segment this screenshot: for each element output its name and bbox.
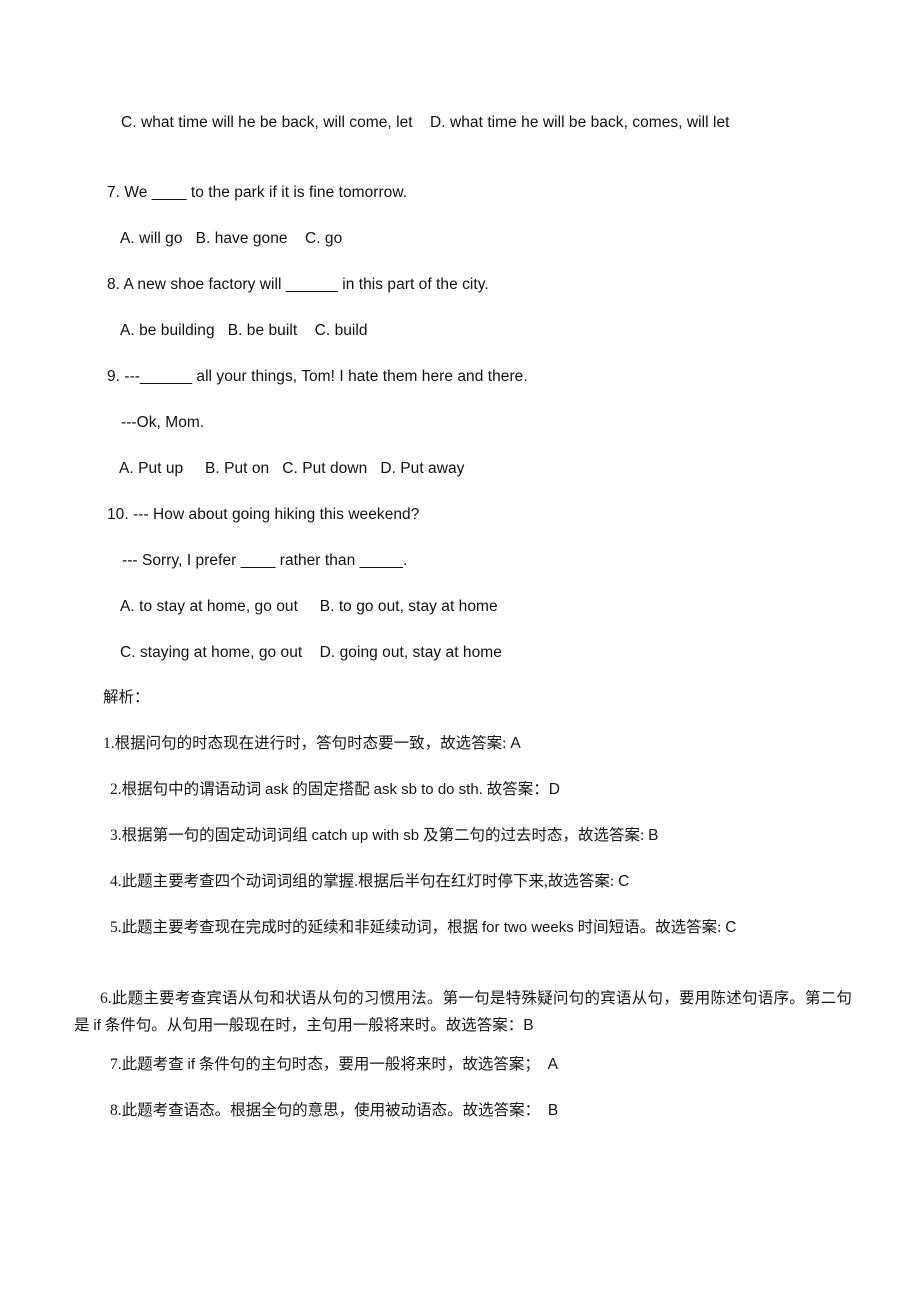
analysis-item-5-answer: C [725, 919, 737, 936]
analysis-item-5-body-pre: 此题主要考查现在完成时的延续和非延续动词，根据 [121, 919, 483, 936]
analysis-item-3-body-pre: 根据第一句的固定动词词组 [121, 827, 312, 844]
analysis-item-3-number: 3. [110, 827, 122, 844]
analysis-item-8-number: 8. [110, 1102, 122, 1119]
analysis-item-6: 6.此题主要考查宾语从句和状语从句的习惯用法。第一句是特殊疑问句的宾语从句，要用… [74, 985, 852, 1039]
question-7-options: A. will go B. have gone C. go [120, 230, 343, 247]
analysis-item-2-body-post: 故答案： [482, 781, 549, 798]
question-6-options-cd: C. what time will he be back, will come,… [121, 114, 730, 131]
analysis-item-3: 3.根据第一句的固定动词词组 catch up with sb 及第二句的过去时… [110, 826, 658, 846]
analysis-item-3-body-post: 及第二句的过去时态，故选答案: [419, 827, 649, 844]
document-page: C. what time will he be back, will come,… [0, 0, 920, 1302]
analysis-item-2-body-pre: 根据句中的谓语动词 [121, 781, 266, 798]
analysis-item-4-number: 4. [110, 873, 122, 890]
analysis-item-7-number: 7. [110, 1056, 122, 1073]
analysis-item-2: 2.根据句中的谓语动词 ask 的固定搭配 ask sb to do sth. … [110, 780, 560, 800]
analysis-item-4-body: 此题主要考查四个动词词组的掌握.根据后半句在红灯时停下来,故选答案: [121, 873, 619, 890]
question-10-stem: 10. --- How about going hiking this week… [107, 506, 420, 523]
analysis-item-2-answer: D [548, 781, 560, 798]
question-8-options: A. be building B. be built C. build [120, 322, 368, 339]
question-9-stem: 9. ---______ all your things, Tom! I hat… [107, 368, 528, 385]
question-9-reply: ---Ok, Mom. [121, 414, 205, 431]
question-8-stem: 8. A new shoe factory will ______ in thi… [107, 276, 489, 293]
analysis-item-2-number: 2. [110, 781, 122, 798]
analysis-item-7-body-pre: 此题考查 [121, 1056, 188, 1073]
question-9-options: A. Put up B. Put on C. Put down D. Put a… [119, 460, 465, 477]
question-10-options-ab: A. to stay at home, go out B. to go out,… [120, 598, 498, 615]
analysis-item-4: 4.此题主要考查四个动词词组的掌握.根据后半句在红灯时停下来,故选答案: C [110, 872, 629, 892]
analysis-item-2-inline-en-2: ask sb to do sth. [373, 781, 483, 798]
analysis-item-2-body-mid: 的固定搭配 [288, 781, 374, 798]
analysis-item-1-body: 根据问句的时态现在进行时，答句时态要一致，故选答案: [114, 735, 511, 752]
analysis-item-5-inline-en-1: for two weeks [482, 919, 574, 936]
analysis-item-7: 7.此题考查 if 条件句的主句时态，要用一般将来时，故选答案； A [110, 1055, 558, 1075]
analysis-item-8-body: 此题考查语态。根据全句的意思，使用被动语态。故选答案： [121, 1102, 548, 1119]
analysis-item-7-body-post: 条件句的主句时态，要用一般将来时，故选答案； [195, 1056, 548, 1073]
analysis-item-5-body-post: 时间短语。故选答案: [573, 919, 726, 936]
analysis-item-6-number: 6. [100, 990, 112, 1007]
analysis-item-1: 1.根据问句的时态现在进行时，答句时态要一致，故选答案: A [103, 734, 521, 754]
analysis-item-6-body-post: 条件句。从句用一般现在时，主句用一般将来时。故选答案： [100, 1017, 524, 1034]
analysis-item-2-inline-en-1: ask [265, 781, 289, 798]
question-7-stem: 7. We ____ to the park if it is fine tom… [107, 184, 408, 201]
analysis-heading: 解析： [103, 689, 150, 706]
question-10-reply: --- Sorry, I prefer ____ rather than ___… [122, 552, 408, 569]
analysis-item-7-inline-en-1: if [187, 1056, 196, 1073]
analysis-item-1-number: 1. [103, 735, 115, 752]
analysis-item-6-answer: B [523, 1017, 534, 1034]
analysis-item-3-answer: B [648, 827, 659, 844]
analysis-item-8: 8.此题考查语态。根据全句的意思，使用被动语态。故选答案： B [110, 1101, 558, 1121]
analysis-item-4-answer: C [618, 873, 630, 890]
analysis-item-6-inline-en-1: if [93, 1017, 101, 1034]
analysis-item-8-answer: B [547, 1102, 559, 1119]
analysis-item-1-answer: A [510, 735, 521, 752]
analysis-item-3-inline-en-1: catch up with sb [311, 827, 420, 844]
analysis-item-5: 5.此题主要考查现在完成时的延续和非延续动词，根据 for two weeks … [110, 918, 736, 938]
question-10-options-cd: C. staying at home, go out D. going out,… [120, 644, 502, 661]
analysis-item-7-answer: A [547, 1056, 558, 1073]
analysis-item-5-number: 5. [110, 919, 122, 936]
